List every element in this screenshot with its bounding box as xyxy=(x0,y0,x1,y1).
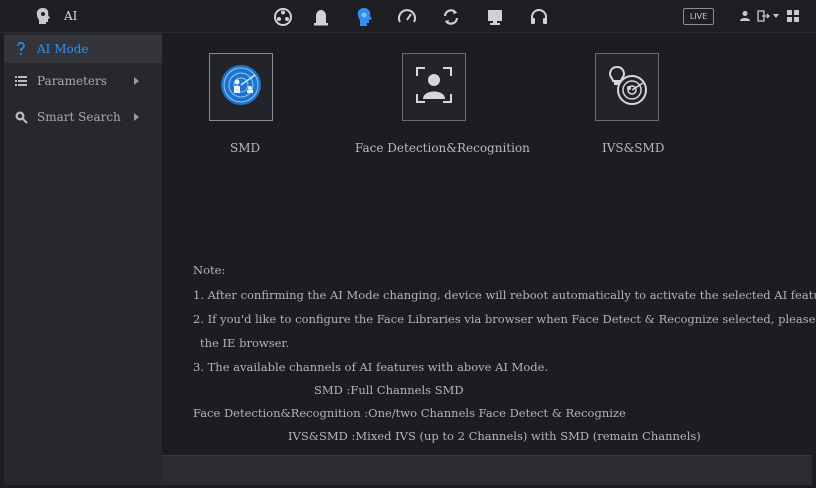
sidebar-item-ai-mode[interactable]: AI Mode xyxy=(4,35,162,63)
video-reel-icon[interactable] xyxy=(270,4,296,30)
expand-arrow-icon xyxy=(134,113,139,121)
search-icon xyxy=(14,110,28,124)
top-bar: AI LIVE xyxy=(0,0,816,33)
bottom-bar xyxy=(162,455,812,485)
ai-logo-icon xyxy=(34,6,54,26)
sidebar-item-label: Parameters xyxy=(37,74,107,88)
monitor-icon[interactable] xyxy=(482,4,508,30)
note-line-3: 3. The available channels of AI features… xyxy=(193,360,549,374)
smd-radar-icon xyxy=(219,63,263,111)
app-title: AI xyxy=(64,9,78,23)
mode-card-ivs-smd[interactable] xyxy=(595,53,659,121)
sync-icon[interactable] xyxy=(438,4,464,30)
ivs-smd-icon xyxy=(605,63,649,111)
sidebar-item-label: AI Mode xyxy=(37,42,89,56)
mode-card-face-detection[interactable] xyxy=(402,53,466,121)
main-content: SMD Face Detection&Recognition IVS&SMD N… xyxy=(162,33,816,455)
help-icon xyxy=(14,42,28,56)
sidebar-item-label: Smart Search xyxy=(37,110,121,124)
logout-icon[interactable] xyxy=(757,9,771,23)
note-smd-channels: SMD :Full Channels SMD xyxy=(314,383,464,397)
note-face-channels: Face Detection&Recognition :One/two Chan… xyxy=(193,406,626,420)
grid-menu-icon[interactable] xyxy=(786,9,800,23)
ai-brain-icon[interactable] xyxy=(352,4,378,30)
note-line-1: 1. After confirming the AI Mode changing… xyxy=(193,288,816,302)
mode-card-smd[interactable] xyxy=(209,53,273,121)
mode-label-face-detection: Face Detection&Recognition xyxy=(355,141,530,155)
list-icon xyxy=(14,74,28,88)
sidebar-item-parameters[interactable]: Parameters xyxy=(4,67,162,95)
face-frame-icon xyxy=(412,63,456,111)
mode-label-ivs-smd: IVS&SMD xyxy=(602,141,665,155)
note-title: Note: xyxy=(193,263,226,277)
headset-icon[interactable] xyxy=(526,4,552,30)
sidebar-item-smart-search[interactable]: Smart Search xyxy=(4,103,162,131)
mode-label-smd: SMD xyxy=(230,141,261,155)
user-icon[interactable] xyxy=(738,9,752,23)
note-line-2-continued: the IE browser. xyxy=(200,336,290,350)
speedometer-icon[interactable] xyxy=(394,4,420,30)
note-ivs-channels: IVS&SMD :Mixed IVS (up to 2 Channels) wi… xyxy=(288,429,701,443)
dropdown-arrow-icon[interactable] xyxy=(772,9,780,23)
live-button[interactable]: LIVE xyxy=(683,8,714,25)
expand-arrow-icon xyxy=(134,77,139,85)
note-line-2: 2. If you'd like to configure the Face L… xyxy=(193,312,816,326)
alarm-light-icon[interactable] xyxy=(308,4,334,30)
sidebar: AI Mode Parameters Smart Search xyxy=(4,33,162,485)
